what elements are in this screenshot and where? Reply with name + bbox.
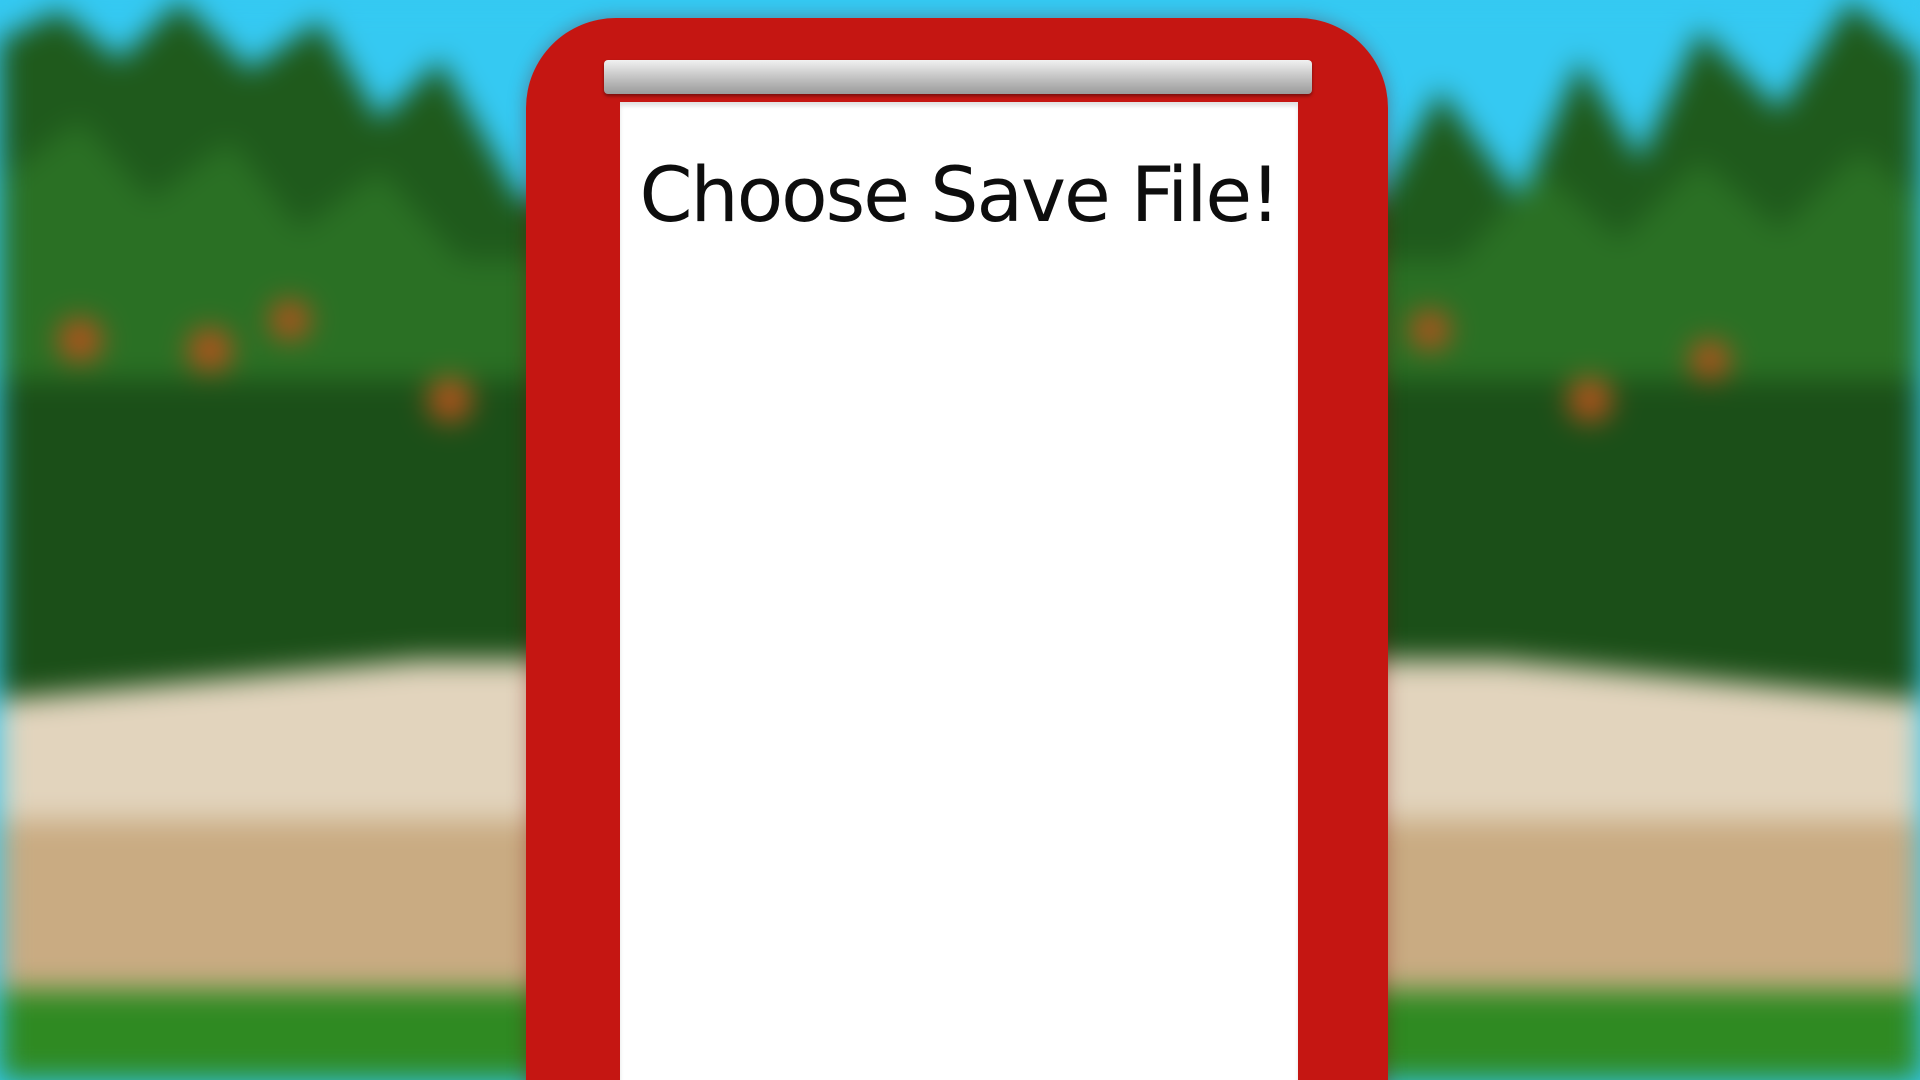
save-file-panel: Choose Save File!	[526, 18, 1388, 1080]
save-slot-list	[640, 262, 1278, 1080]
dialog-title: Choose Save File!	[639, 150, 1280, 239]
game-scene: Choose Save File!	[0, 0, 1920, 1080]
scroll-rod	[604, 60, 1312, 94]
save-file-scroll: Choose Save File!	[620, 102, 1298, 1080]
